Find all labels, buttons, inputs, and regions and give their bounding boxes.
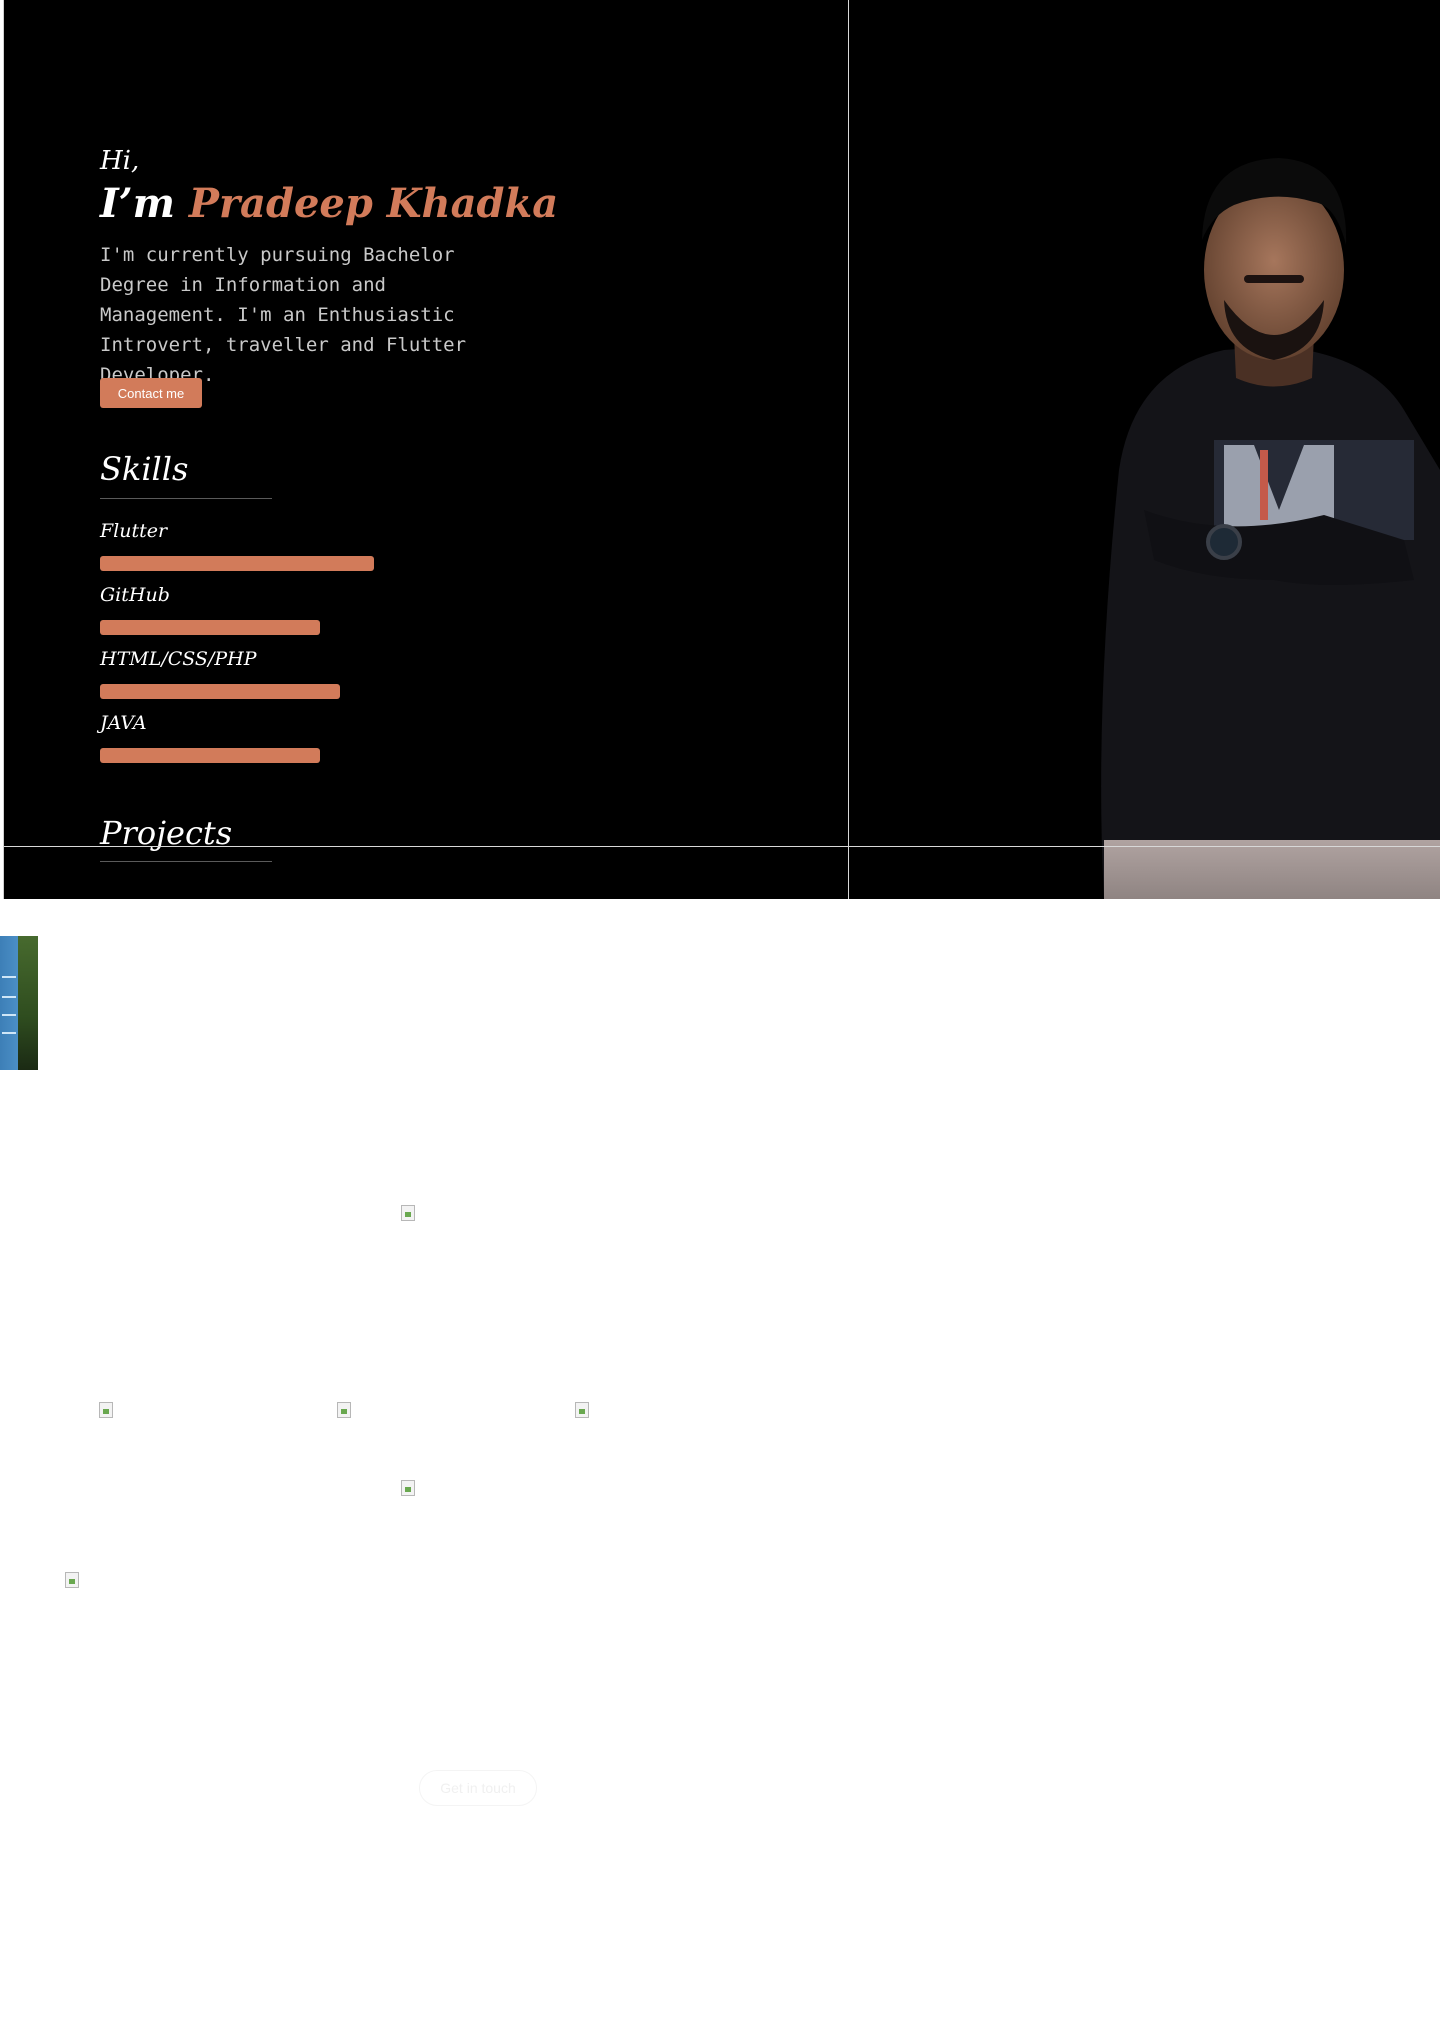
skill-bar-html-css-php (100, 684, 340, 699)
thumb-text-line (2, 1032, 16, 1034)
thumb-text-line (2, 1014, 16, 1016)
divider-vertical (848, 0, 849, 899)
hero-section: Hi, I’m Pradeep Khadka I'm currently pur… (3, 0, 1440, 899)
skill-bar-java (100, 748, 320, 763)
intro-text: I'm currently pursuing Bachelor Degree i… (100, 244, 467, 386)
skill-label-html-css-php: HTML/CSS/PHP (100, 648, 257, 670)
skill-label-github: GitHub (100, 584, 170, 606)
skill-label-java: JAVA (100, 712, 147, 734)
skill-label-flutter: Flutter (100, 520, 168, 542)
skills-title: Skills (100, 450, 189, 488)
hero-name: Pradeep Khadka (188, 180, 559, 227)
hero-heading: I’m Pradeep Khadka (100, 180, 558, 227)
skill-bar-github (100, 620, 320, 635)
name-prefix: I’m (100, 180, 175, 227)
contact-button[interactable]: Contact me (100, 378, 202, 408)
broken-image-icon (65, 1572, 79, 1588)
divider-horizontal (4, 846, 1440, 847)
broken-image-icon (401, 1205, 415, 1221)
greeting: Hi, (100, 146, 140, 176)
broken-image-icon (337, 1402, 351, 1418)
get-in-touch-button[interactable]: Get in touch (419, 1770, 537, 1806)
projects-divider (100, 861, 272, 862)
broken-image-icon (401, 1480, 415, 1496)
broken-image-icon (575, 1402, 589, 1418)
profile-photo (1101, 158, 1440, 899)
thumb-text-line (2, 996, 16, 998)
skill-bar-flutter (100, 556, 374, 571)
project-thumbnail[interactable] (0, 936, 38, 1070)
skills-divider (100, 498, 272, 499)
thumb-text-line (2, 976, 16, 978)
foliage (18, 936, 38, 1070)
broken-image-icon (99, 1402, 113, 1418)
